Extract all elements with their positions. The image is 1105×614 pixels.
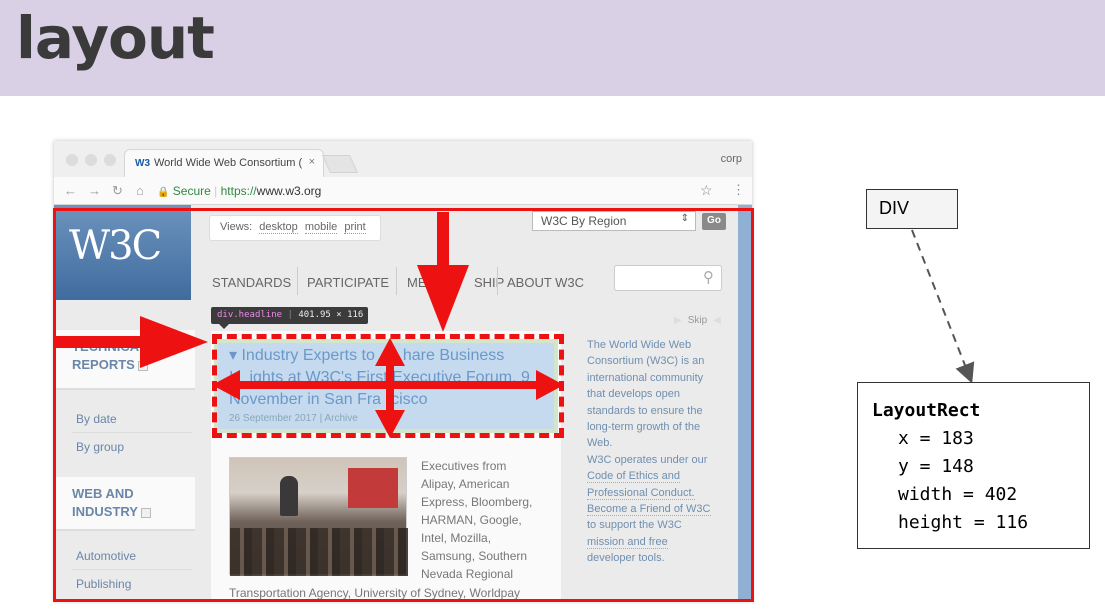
height-arrow-shaft [386, 360, 394, 416]
x-offset-arrow-head [140, 316, 208, 368]
width-arrow-left-head [212, 370, 240, 400]
height-arrow-bottom-head [375, 410, 405, 438]
div-node: DIV [866, 189, 958, 229]
layout-rect-title: LayoutRect [872, 400, 981, 421]
height-arrow-top-head [375, 338, 405, 366]
y-offset-arrow-head [417, 265, 469, 332]
y-offset-arrow-shaft [437, 212, 449, 270]
width-arrow-right-head [536, 370, 564, 400]
layout-rect-height: height = 116 [898, 512, 1029, 533]
div-to-layoutrect-connector [911, 229, 975, 384]
layout-rect-y: y = 148 [898, 456, 974, 477]
layout-rect-node: LayoutRect x = 183 y = 148 width = 402 h… [857, 382, 1090, 549]
x-offset-arrow-shaft [56, 336, 148, 348]
layout-rect-x: x = 183 [898, 428, 974, 449]
layout-rect-width: width = 402 [898, 484, 1018, 505]
